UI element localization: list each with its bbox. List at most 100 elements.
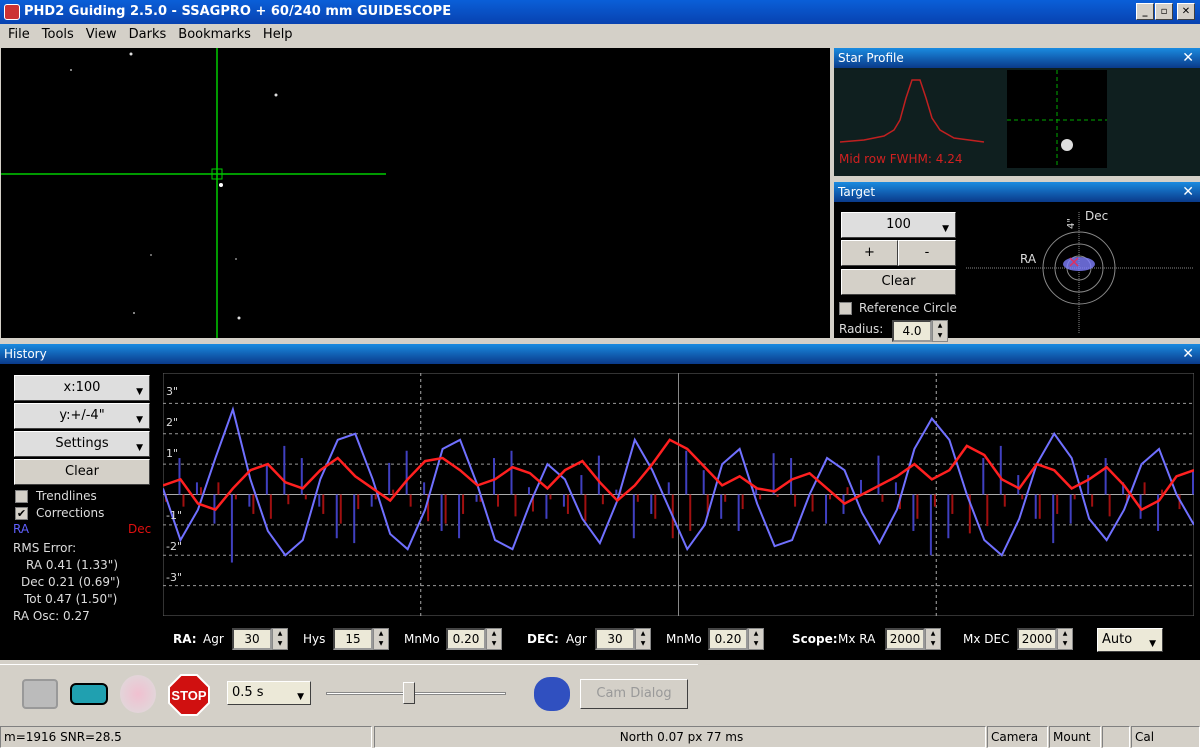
ra-aggressiveness-spinner[interactable]: 30 ▲ ▼	[232, 628, 288, 650]
y-tick: 2"	[166, 416, 179, 429]
correction-bar	[811, 494, 814, 512]
ra-legend: RA	[13, 522, 30, 536]
close-icon[interactable]: ✕	[1182, 344, 1194, 364]
brain-icon[interactable]	[534, 677, 570, 711]
correction-bar	[493, 458, 496, 495]
dec-aggressiveness-spinner[interactable]: 30 ▲ ▼	[595, 628, 651, 650]
correction-bar	[1056, 494, 1059, 514]
correction-bar	[318, 494, 321, 507]
corrections-label: Corrections	[36, 506, 105, 520]
correction-bar	[1091, 494, 1094, 507]
maximize-button[interactable]: ▫	[1155, 3, 1173, 20]
correction-bar	[859, 479, 862, 495]
close-button[interactable]: ✕	[1177, 3, 1195, 20]
history-clear-button[interactable]: Clear	[14, 459, 150, 485]
cam-dialog-button[interactable]: Cam Dialog	[580, 679, 688, 709]
correction-bar	[283, 445, 286, 495]
correction-bar	[933, 494, 936, 507]
correction-bar	[248, 494, 251, 507]
x-scale-dropdown[interactable]: x:100	[14, 375, 150, 404]
correction-bar	[392, 489, 395, 495]
correction-bar	[737, 494, 740, 531]
correction-bar	[912, 494, 915, 531]
correction-bar	[269, 494, 272, 519]
ra-mnmo-label: MnMo	[404, 632, 440, 646]
history-graph[interactable]	[163, 373, 1194, 616]
reference-circle-label: Reference Circle	[859, 301, 957, 315]
gamma-slider[interactable]	[318, 679, 516, 709]
correction-bar	[322, 494, 325, 514]
correction-bar	[462, 494, 465, 514]
target-title: Target ✕	[834, 182, 1200, 202]
phd-guide-icon[interactable]	[120, 675, 156, 713]
target-pane: 100 + - Clear Reference Circle Radius: 4…	[834, 202, 1200, 342]
correction-bar	[1143, 482, 1146, 495]
dec-agr-label: Agr	[566, 632, 587, 646]
menu-view[interactable]: View	[80, 24, 123, 46]
menu-file[interactable]: File	[2, 24, 36, 46]
correction-bar	[759, 494, 762, 500]
zoom-in-button[interactable]: +	[841, 240, 898, 266]
correction-bar	[230, 494, 233, 563]
correction-bar	[584, 494, 587, 522]
rms-ra: RA 0.41 (1.33")	[26, 558, 119, 572]
status-star: m=1916 SNR=28.5	[0, 726, 372, 748]
correction-bar	[199, 487, 202, 495]
close-icon[interactable]: ✕	[1182, 48, 1194, 68]
stop-icon[interactable]: STOP	[168, 674, 210, 716]
correction-bar	[549, 494, 552, 500]
settings-dropdown[interactable]: Settings	[14, 431, 150, 460]
dec-legend: Dec	[128, 522, 152, 536]
correction-bar	[916, 494, 919, 519]
loop-icon[interactable]	[70, 683, 108, 705]
radius-spinner[interactable]: 4.0 ▲ ▼	[892, 320, 948, 342]
target-clear-button[interactable]: Clear	[841, 269, 956, 295]
exposure-dropdown[interactable]: 0.5 s	[227, 681, 311, 708]
scope-label: Scope:	[792, 632, 838, 646]
menu-bookmarks[interactable]: Bookmarks	[172, 24, 257, 46]
dec-mode-dropdown[interactable]: Auto	[1097, 628, 1163, 655]
mx-ra-label: Mx RA	[838, 632, 876, 646]
correction-bar	[562, 494, 565, 507]
close-icon[interactable]: ✕	[1182, 182, 1194, 202]
status-cal: Cal	[1131, 726, 1200, 748]
ra-hysteresis-spinner[interactable]: 15 ▲ ▼	[333, 628, 389, 650]
correction-bar	[217, 482, 220, 495]
max-dec-duration-spinner[interactable]: 2000 ▲ ▼	[1017, 628, 1073, 650]
dec-min-move-spinner[interactable]: 0.20 ▲ ▼	[708, 628, 764, 650]
correction-bar	[1021, 494, 1024, 500]
correction-bar	[178, 458, 181, 495]
correction-bar	[667, 482, 670, 495]
camera-icon[interactable]	[22, 679, 58, 709]
ra-axis-label: RA	[1020, 252, 1037, 266]
max-ra-duration-spinner[interactable]: 2000 ▲ ▼	[885, 628, 941, 650]
correction-bar	[527, 487, 530, 495]
zoom-out-button[interactable]: -	[898, 240, 956, 266]
svg-text:STOP: STOP	[171, 688, 206, 703]
reference-circle-checkbox[interactable]	[839, 302, 852, 315]
menu-tools[interactable]: Tools	[36, 24, 80, 46]
correction-bar	[829, 494, 832, 500]
camera-view[interactable]	[1, 48, 830, 338]
corrections-checkbox[interactable]: ✔	[15, 507, 28, 520]
y-tick: -3"	[166, 571, 183, 584]
correction-bar	[566, 494, 569, 514]
menu-darks[interactable]: Darks	[123, 24, 173, 46]
scale-label: 4"	[1065, 218, 1077, 229]
correction-bar	[654, 494, 657, 519]
correction-bar	[650, 494, 653, 514]
rms-title: RMS Error:	[13, 541, 77, 555]
minimize-button[interactable]: _	[1136, 3, 1154, 20]
correction-bar	[357, 494, 360, 510]
mx-dec-label: Mx DEC	[963, 632, 1010, 646]
ra-min-move-spinner[interactable]: 0.20 ▲ ▼	[446, 628, 502, 650]
menu-help[interactable]: Help	[257, 24, 299, 46]
correction-bar	[497, 494, 500, 507]
target-zoom-dropdown[interactable]: 100	[841, 212, 956, 241]
y-scale-dropdown[interactable]: y:+/-4"	[14, 403, 150, 432]
star-profile-title: Star Profile ✕	[834, 48, 1200, 68]
trendlines-checkbox[interactable]	[15, 490, 28, 503]
correction-bar	[440, 494, 443, 531]
fwhm-label: Mid row FWHM: 4.24	[839, 152, 963, 166]
correction-bar	[458, 494, 461, 539]
